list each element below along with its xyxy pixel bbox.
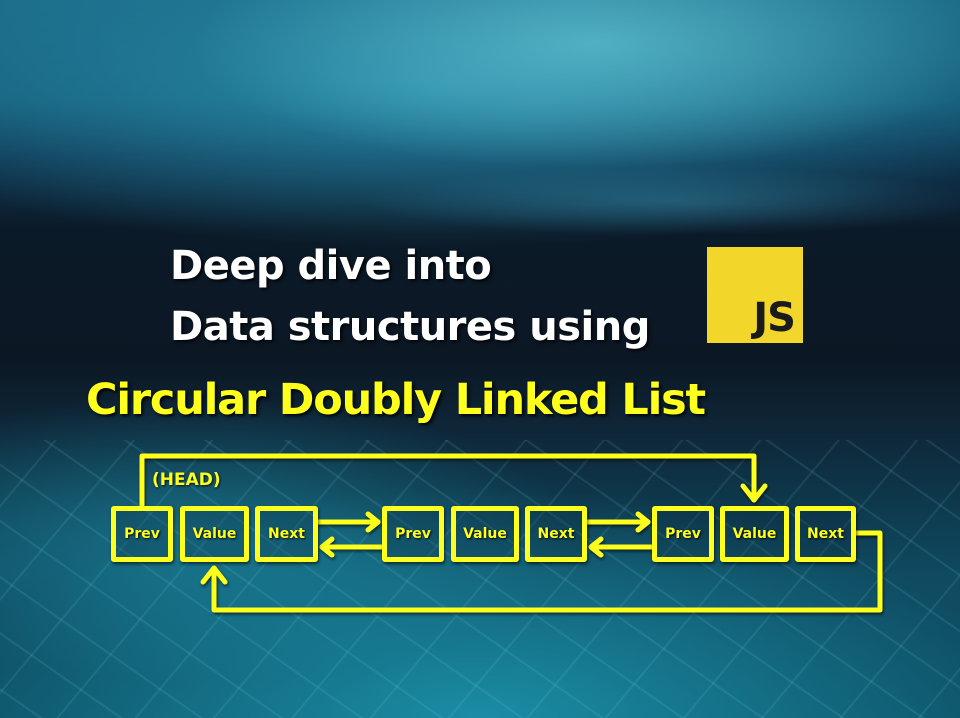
node-1-value-field: Value <box>180 506 249 562</box>
head-label: (HEAD) <box>152 470 221 490</box>
next-arrow-1-to-2 <box>315 511 381 533</box>
link-arrows <box>139 453 883 613</box>
node-1-next-field: Next <box>255 506 318 562</box>
wrap-arrow-head-prev-to-tail <box>139 453 768 509</box>
node-2-value-field: Value <box>451 506 519 562</box>
node-2-next-field: Next <box>525 506 587 562</box>
node-3-prev-field: Prev <box>652 506 714 562</box>
node-2-prev-field: Prev <box>382 506 444 562</box>
next-arrow-2-to-3 <box>584 511 651 533</box>
node-1-prev-field: Prev <box>111 506 173 562</box>
prev-arrow-2-to-1 <box>319 536 385 558</box>
node-3-value-field: Value <box>720 506 789 562</box>
node-3-next-field: Next <box>795 506 856 562</box>
prev-arrow-3-to-2 <box>588 536 655 558</box>
